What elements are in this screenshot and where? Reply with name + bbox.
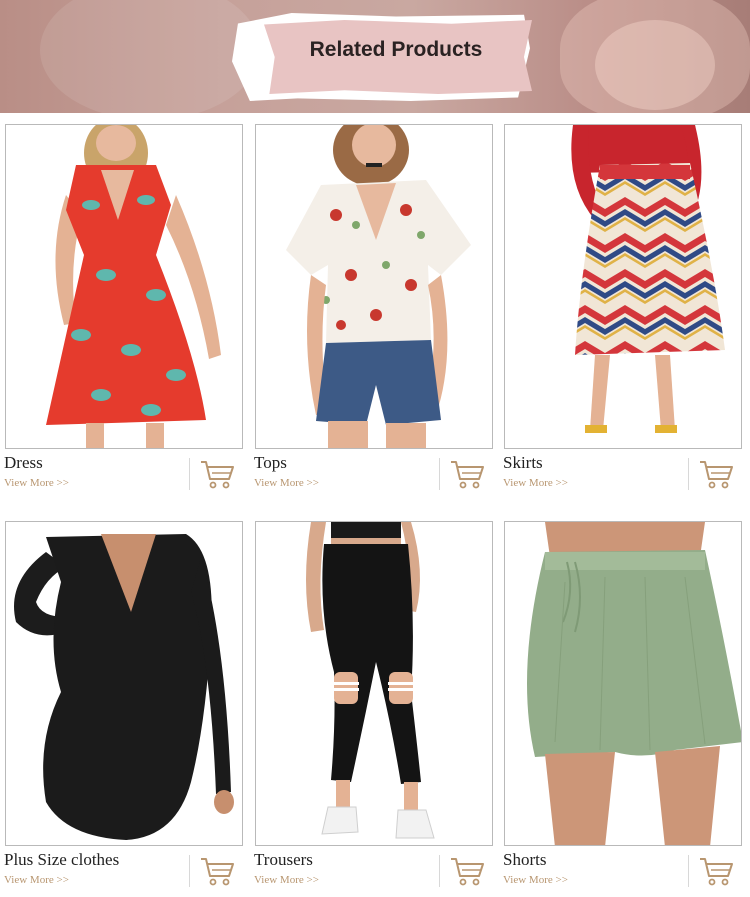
product-image-skirts[interactable] — [504, 124, 742, 449]
product-card-tops[interactable]: Tops View More >> — [250, 113, 495, 490]
product-image-dress[interactable] — [5, 124, 243, 449]
product-card-shorts[interactable]: Shorts View More >> — [499, 510, 744, 887]
product-image-tops[interactable] — [255, 124, 493, 449]
product-image-plus-size[interactable] — [5, 521, 243, 846]
product-image-trousers[interactable] — [255, 521, 493, 846]
shopping-cart-icon[interactable] — [449, 856, 485, 886]
view-more-link[interactable]: View More >> — [254, 874, 319, 886]
shopping-cart-icon[interactable] — [199, 856, 235, 886]
product-name[interactable]: Skirts — [503, 453, 543, 473]
view-more-link[interactable]: View More >> — [4, 477, 69, 489]
product-card-plus-size[interactable]: Plus Size clothes View More >> — [0, 510, 245, 887]
product-name[interactable]: Shorts — [503, 850, 546, 870]
product-name[interactable]: Dress — [4, 453, 43, 473]
shopping-cart-icon[interactable] — [698, 856, 734, 886]
view-more-link[interactable]: View More >> — [503, 477, 568, 489]
divider — [439, 855, 440, 887]
related-products-banner: Related Products — [0, 0, 750, 113]
view-more-link[interactable]: View More >> — [4, 874, 69, 886]
product-card-trousers[interactable]: Trousers View More >> — [250, 510, 495, 887]
shopping-cart-icon[interactable] — [698, 459, 734, 489]
shopping-cart-icon[interactable] — [449, 459, 485, 489]
view-more-link[interactable]: View More >> — [254, 477, 319, 489]
shopping-cart-icon[interactable] — [199, 459, 235, 489]
product-image-shorts[interactable] — [504, 521, 742, 846]
product-name[interactable]: Tops — [254, 453, 287, 473]
divider — [439, 458, 440, 490]
divider — [189, 458, 190, 490]
product-card-dress[interactable]: Dress View More >> — [0, 113, 245, 490]
page-title: Related Products — [309, 38, 483, 61]
product-card-skirts[interactable]: Skirts View More >> — [499, 113, 744, 490]
divider — [189, 855, 190, 887]
view-more-link[interactable]: View More >> — [503, 874, 568, 886]
divider — [688, 855, 689, 887]
divider — [688, 458, 689, 490]
product-name[interactable]: Trousers — [254, 850, 313, 870]
product-name[interactable]: Plus Size clothes — [4, 850, 119, 870]
